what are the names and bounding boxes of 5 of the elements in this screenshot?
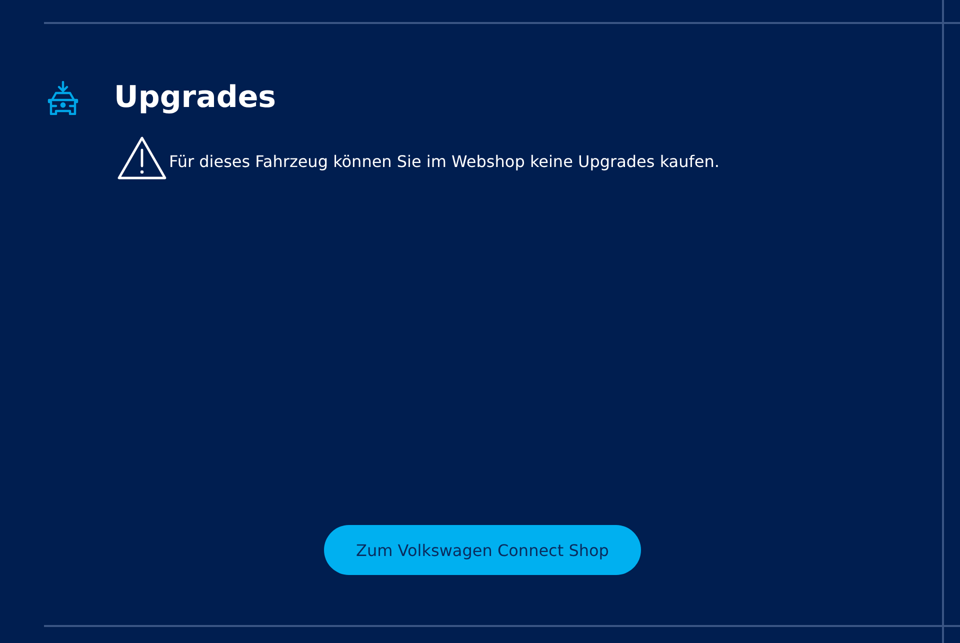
notice-text: Für dieses Fahrzeug können Sie im Webshop keine Upgrades kaufen.: [169, 152, 720, 170]
section-title: Upgrades: [114, 80, 276, 116]
connect-shop-button[interactable]: Zum Volkswagen Connect Shop: [324, 525, 641, 575]
car-download-icon: [47, 81, 79, 115]
warning-icon: [117, 136, 167, 180]
